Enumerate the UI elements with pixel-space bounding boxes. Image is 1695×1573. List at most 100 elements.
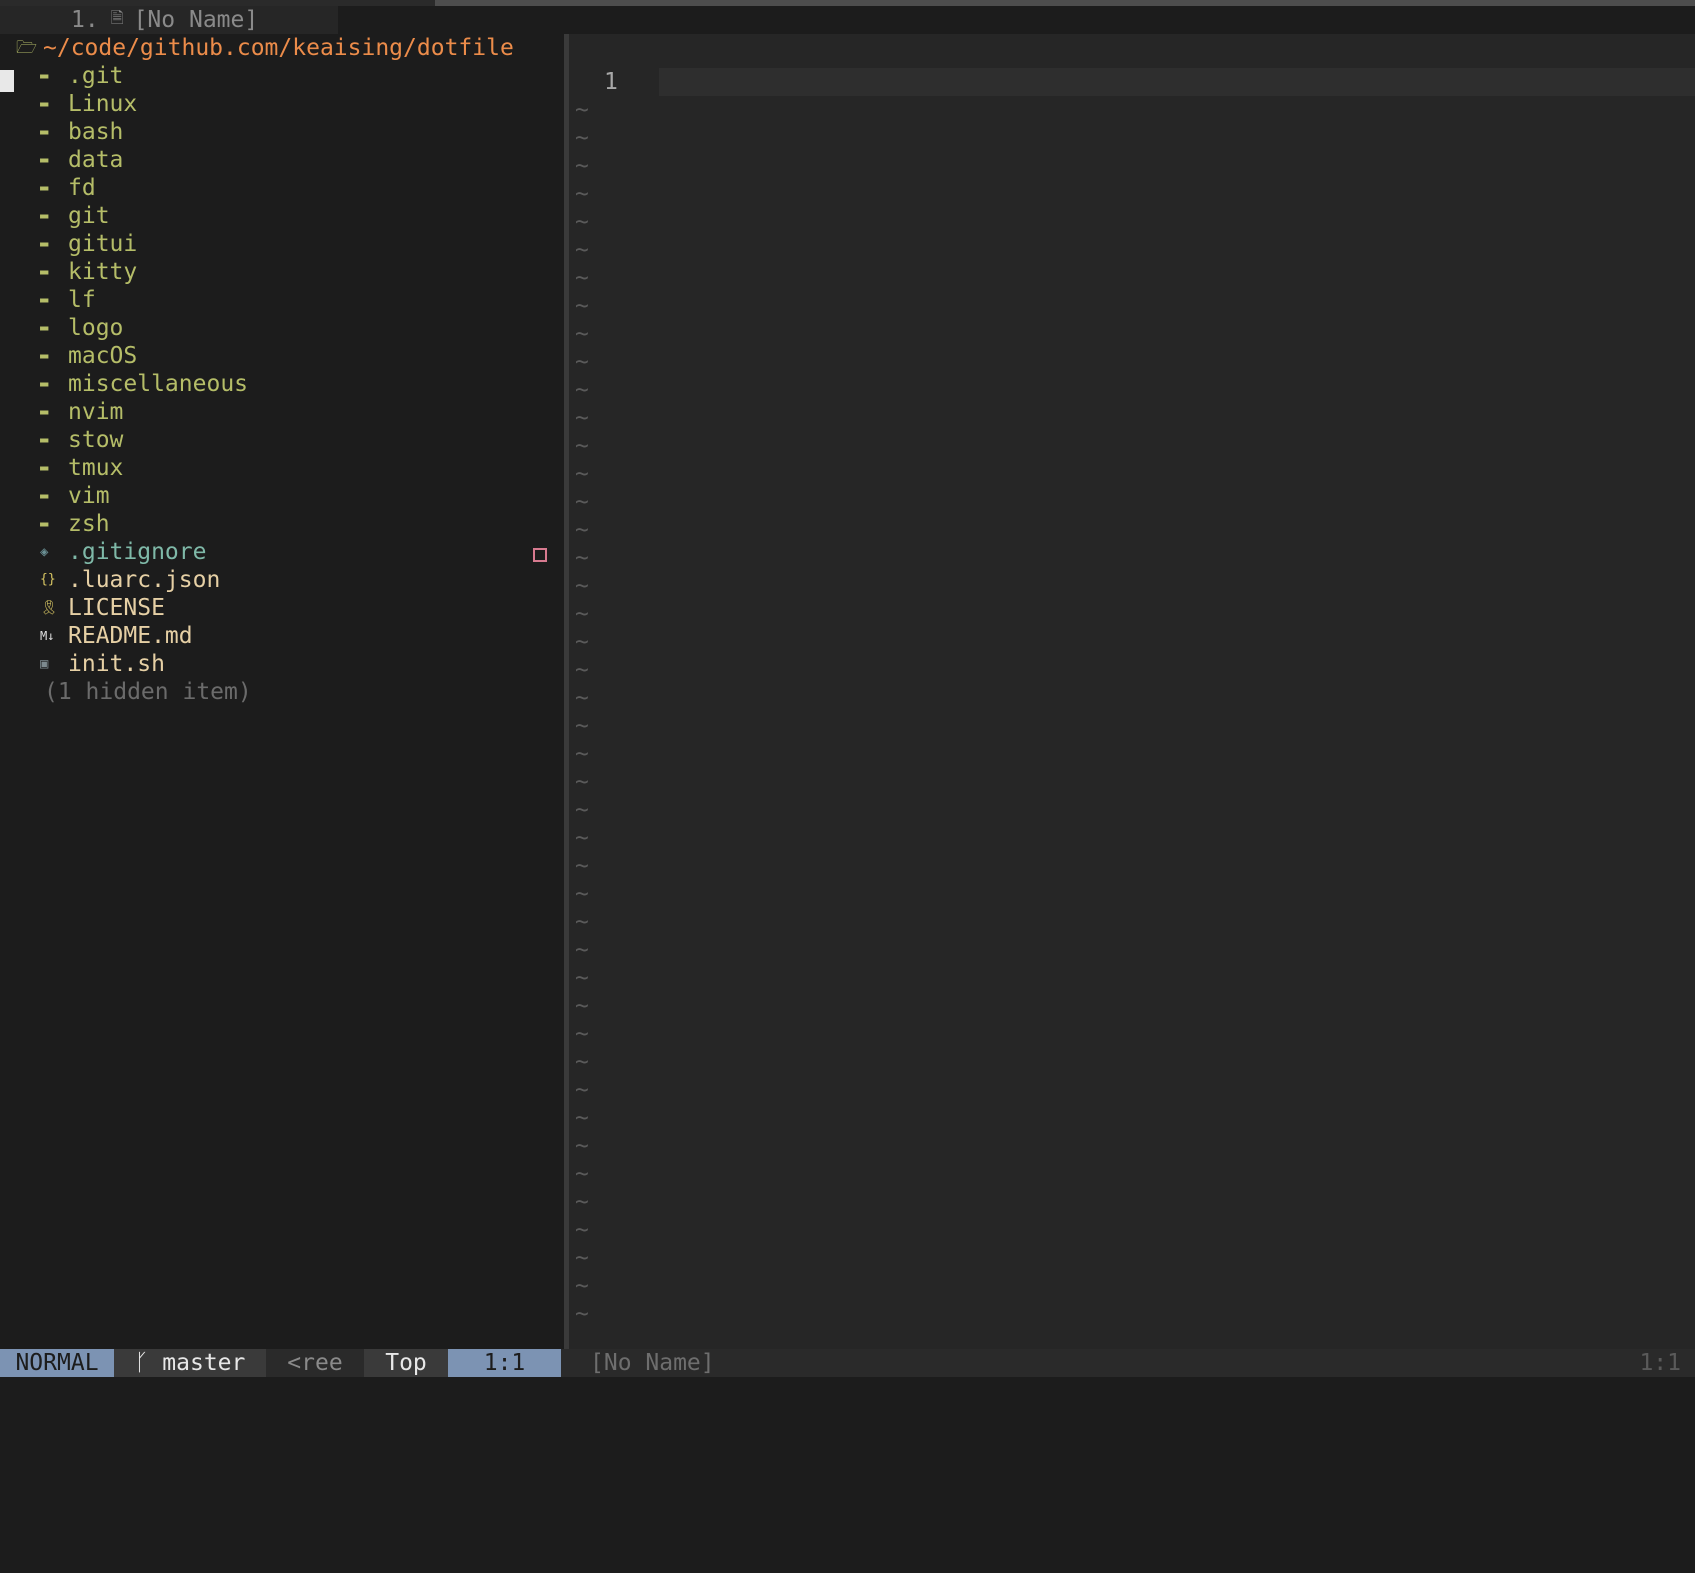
file-icon: 🗎 <box>110 7 124 27</box>
tree-directory[interactable]: ▬ macOS <box>40 342 137 370</box>
tree-directory[interactable]: ▬ miscellaneous <box>40 370 248 398</box>
folder-icon: ▬ <box>40 96 49 112</box>
tab-no-name[interactable]: 1. 🗎 [No Name] <box>0 6 338 34</box>
tabline: 1. 🗎 [No Name] <box>0 6 1695 34</box>
tree-root-path: ~/code/github.com/keaising/dotfile <box>43 35 514 61</box>
tree-file-name: .luarc.json <box>68 567 221 593</box>
tree-directory[interactable]: ▬ gitui <box>40 230 137 258</box>
tree-file-name: init.sh <box>68 651 165 677</box>
empty-line-tilde: ~ <box>575 1301 589 1327</box>
tree-directory[interactable]: ▬ git <box>40 202 110 230</box>
empty-line-tilde: ~ <box>575 97 589 123</box>
inactive-window-position: 1:1 <box>1639 1350 1681 1376</box>
tree-directory-name: macOS <box>68 343 138 369</box>
tree-directory-name: miscellaneous <box>68 371 249 397</box>
tree-directory-name: git <box>68 203 110 229</box>
command-line[interactable] <box>0 1377 1695 1384</box>
git-branch-icon: ᚴ <box>134 1350 163 1376</box>
tree-file-name: LICENSE <box>68 595 165 621</box>
empty-line-tilde: ~ <box>575 433 589 459</box>
folder-icon: ▬ <box>40 516 49 532</box>
folder-icon: ▬ <box>40 180 49 196</box>
empty-line-tilde: ~ <box>575 1133 589 1159</box>
tree-directory-name: nvim <box>68 399 124 425</box>
tree-directory-name: zsh <box>68 511 110 537</box>
tree-directory[interactable]: ▬ .git <box>40 62 123 90</box>
tree-directory[interactable]: ▬ stow <box>40 426 123 454</box>
empty-line-tilde: ~ <box>575 1021 589 1047</box>
tree-directory[interactable]: ▬ bash <box>40 118 123 146</box>
hidden-items-note: (1 hidden item) <box>44 679 252 705</box>
folder-icon: ▬ <box>40 292 49 308</box>
tree-file[interactable]: ◈ .gitignore <box>40 538 206 566</box>
folder-icon: ▬ <box>40 488 49 504</box>
tree-directory[interactable]: ▬ tmux <box>40 454 123 482</box>
empty-line-tilde: ~ <box>575 209 589 235</box>
terminal-icon: ▣ <box>40 656 49 672</box>
empty-line-tilde: ~ <box>575 489 589 515</box>
tree-directory-name: logo <box>68 315 124 341</box>
tree-directory-name: gitui <box>68 231 138 257</box>
inactive-window-name: [No Name] <box>590 1350 715 1376</box>
tree-directory-name: .git <box>68 63 124 89</box>
empty-line-tilde: ~ <box>575 321 589 347</box>
tree-root[interactable]: 🗁 ~/code/github.com/keaising/dotfile <box>0 34 564 62</box>
empty-line-tilde: ~ <box>575 1273 589 1299</box>
empty-line-tilde: ~ <box>575 881 589 907</box>
empty-line-tilde: ~ <box>575 293 589 319</box>
empty-line-tilde: ~ <box>575 629 589 655</box>
folder-icon: ▬ <box>40 208 49 224</box>
empty-line-tilde: ~ <box>575 545 589 571</box>
tree-directory-name: fd <box>68 175 96 201</box>
empty-line-tilde: ~ <box>575 517 589 543</box>
tree-file[interactable]: ▣ init.sh <box>40 650 165 678</box>
tree-directory[interactable]: ▬ lf <box>40 286 96 314</box>
git-branch: ᚴ master <box>114 1349 266 1377</box>
folder-icon: ▬ <box>40 264 49 280</box>
empty-line-tilde: ~ <box>575 1245 589 1271</box>
folder-icon: ▬ <box>40 348 49 364</box>
tree-file[interactable]: M↓ README.md <box>40 622 193 650</box>
file-tree-pane[interactable]: 🗁 ~/code/github.com/keaising/dotfile ▬ .g… <box>0 34 564 1349</box>
tree-directory[interactable]: ▬ kitty <box>40 258 137 286</box>
empty-line-tilde: ~ <box>575 461 589 487</box>
tree-directory[interactable]: ▬ nvim <box>40 398 123 426</box>
tree-cursor <box>0 70 14 92</box>
folder-icon: ▬ <box>40 68 49 84</box>
tree-directory-name: bash <box>68 119 124 145</box>
empty-line-tilde: ~ <box>575 405 589 431</box>
empty-line-tilde: ~ <box>575 713 589 739</box>
tab-label: [No Name] <box>133 7 259 33</box>
empty-line-tilde: ~ <box>575 181 589 207</box>
folder-icon: ▬ <box>40 404 49 420</box>
tree-directory-name: lf <box>68 287 96 313</box>
folder-icon: ▬ <box>40 376 49 392</box>
json-icon: {} <box>40 572 56 587</box>
empty-line-tilde: ~ <box>575 685 589 711</box>
folder-icon: ▬ <box>40 124 49 140</box>
folder-icon: ▬ <box>40 460 49 476</box>
empty-line-tilde: ~ <box>575 1105 589 1131</box>
empty-line-tilde: ~ <box>575 237 589 263</box>
empty-line-tilde: ~ <box>575 797 589 823</box>
empty-line-tilde: ~ <box>575 769 589 795</box>
tree-directory[interactable]: ▬ logo <box>40 314 123 342</box>
tree-directory[interactable]: ▬ data <box>40 146 123 174</box>
license-icon: 🎗 <box>40 600 58 616</box>
tree-directory-name: stow <box>68 427 124 453</box>
tree-directory[interactable]: ▬ zsh <box>40 510 110 538</box>
folder-icon: ▬ <box>40 432 49 448</box>
folder-icon: ▬ <box>40 236 49 252</box>
tree-directory[interactable]: ▬ vim <box>40 482 110 510</box>
tree-directory[interactable]: ▬ fd <box>40 174 96 202</box>
tree-directory[interactable]: ▬ Linux <box>40 90 137 118</box>
scroll-position: Top <box>364 1349 448 1377</box>
tree-file[interactable]: 🎗 LICENSE <box>40 594 165 622</box>
tree-file[interactable]: {} .luarc.json <box>40 566 220 594</box>
empty-line-tilde: ~ <box>575 965 589 991</box>
cursor-line <box>659 68 1695 96</box>
tree-directory-name: kitty <box>68 259 138 285</box>
tree-directory-name: data <box>68 147 124 173</box>
editor-pane[interactable]: 1 ~ ~ ~ ~ ~ ~ ~ ~ ~ ~ ~ ~ ~ ~ ~ ~ ~ ~ ~ ~ ~ ~ ~ ~ ~ ~ ~ ~ ~ ~ ~ ~ ~ ~ ~ ~ ~ ~… <box>569 34 1695 1349</box>
empty-line-tilde: ~ <box>575 1049 589 1075</box>
